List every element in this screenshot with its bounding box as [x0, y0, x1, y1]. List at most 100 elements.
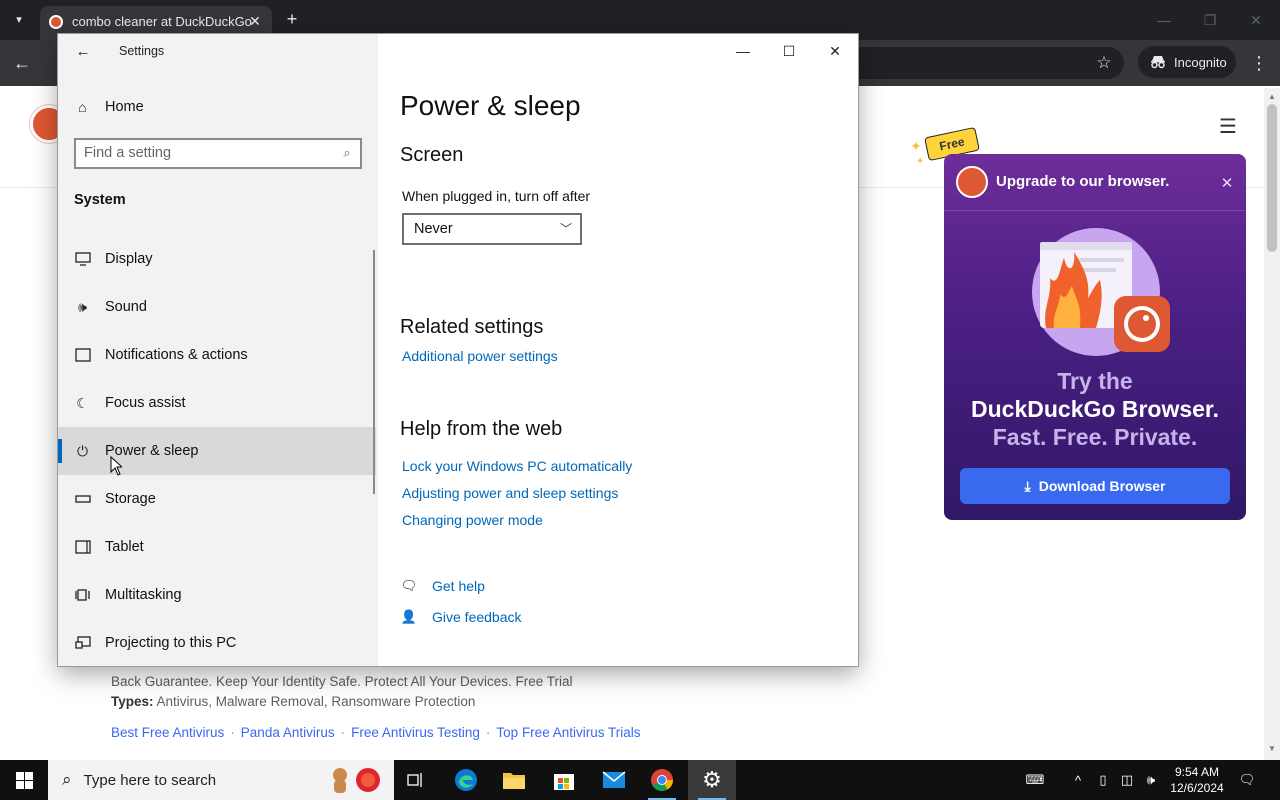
settings-maximize-icon[interactable]: ☐: [778, 40, 800, 62]
sparkle-icon: ✦: [910, 138, 922, 154]
power-icon: ⏻: [76, 442, 89, 459]
action-center-icon[interactable]: 🗨: [1234, 760, 1260, 800]
give-feedback-label: Give feedback: [432, 609, 522, 625]
taskbar-search-placeholder: Type here to search: [83, 771, 217, 789]
monitor-icon: [74, 251, 91, 268]
touch-keyboard-icon[interactable]: ⌨: [1018, 760, 1052, 800]
browser-menu-icon[interactable]: ⋮: [1248, 51, 1270, 75]
sidebar-item-storage[interactable]: Storage: [58, 475, 376, 523]
sidebar-item-tablet[interactable]: Tablet: [58, 523, 376, 571]
sidebar-scrollbar[interactable]: [373, 250, 375, 494]
sidebar-item-power-sleep[interactable]: ⏻ Power & sleep: [58, 427, 376, 475]
settings-home-link[interactable]: ⌂ Home: [74, 94, 364, 120]
sidebar-item-focus-assist[interactable]: ☾ Focus assist: [58, 379, 376, 427]
search-highlight-doodle-icon: [333, 768, 380, 793]
browser-restore-icon[interactable]: ❐: [1198, 8, 1222, 32]
taskbar-file-explorer[interactable]: [490, 760, 538, 800]
chrome-icon: [651, 769, 673, 791]
task-view-button[interactable]: [392, 760, 440, 800]
sidebar-item-label: Projecting to this PC: [105, 635, 237, 651]
home-label: Home: [105, 99, 144, 115]
sidebar-item-sound[interactable]: 🕪 Sound: [58, 283, 376, 331]
hamburger-menu-icon[interactable]: ☰: [1216, 116, 1240, 138]
tab-close-icon[interactable]: ✕: [246, 12, 264, 30]
taskbar-mail[interactable]: [590, 760, 638, 800]
start-button[interactable]: [0, 760, 48, 800]
result-types: Types: Antivirus, Malware Removal, Ranso…: [111, 694, 475, 709]
sitelink-top-free-antivirus-trials[interactable]: Top Free Antivirus Trials: [496, 725, 640, 740]
incognito-badge[interactable]: Incognito: [1138, 46, 1236, 78]
page-title: Power & sleep: [400, 90, 581, 121]
related-settings-heading: Related settings: [400, 316, 544, 338]
screen-timeout-dropdown[interactable]: Never ﹀: [402, 213, 582, 245]
settings-back-icon[interactable]: ←: [72, 40, 94, 62]
sidebar-item-multitasking[interactable]: Multitasking: [58, 571, 376, 619]
sitelink-separator: ·: [230, 725, 235, 740]
additional-power-settings-link[interactable]: Additional power settings: [402, 348, 558, 364]
sitelink-best-free-antivirus[interactable]: Best Free Antivirus: [111, 725, 224, 740]
help-link-power-mode[interactable]: Changing power mode: [402, 512, 543, 528]
sidebar-item-label: Display: [105, 251, 153, 267]
new-tab-button[interactable]: +: [282, 9, 302, 29]
settings-close-icon[interactable]: ✕: [824, 40, 846, 62]
windows-taskbar: ⌕ Type here to search ⚙ ⌨ ^ ▯ ◫ 🕪 9:54 A…: [0, 760, 1280, 800]
sitelink-panda-antivirus[interactable]: Panda Antivirus: [241, 725, 335, 740]
duckduckgo-favicon-icon: [49, 15, 63, 29]
bookmark-star-icon[interactable]: ☆: [1093, 52, 1115, 74]
show-hidden-icons-chevron-icon[interactable]: ^: [1066, 760, 1090, 800]
browser-close-icon[interactable]: ✕: [1244, 8, 1268, 32]
taskbar-edge[interactable]: [442, 760, 490, 800]
home-icon: ⌂: [78, 99, 87, 115]
get-help-link[interactable]: 🗨 Get help: [400, 577, 485, 595]
network-icon[interactable]: ◫: [1116, 760, 1138, 800]
settings-minimize-icon[interactable]: —: [732, 40, 754, 62]
promo-line-1: Try the: [1057, 368, 1133, 394]
give-feedback-link[interactable]: 👤 Give feedback: [400, 608, 522, 626]
sidebar-item-label: Focus assist: [105, 395, 186, 411]
tab-search-chevron-icon[interactable]: ▾: [8, 8, 30, 30]
folder-icon: [503, 773, 525, 789]
volume-icon[interactable]: 🕪: [1140, 760, 1162, 800]
sitelink-separator: ·: [485, 725, 491, 740]
settings-search-input[interactable]: [84, 145, 324, 161]
help-link-lock-pc[interactable]: Lock your Windows PC automatically: [402, 458, 632, 474]
download-icon: ⤓: [1024, 477, 1031, 494]
sidebar-item-notifications[interactable]: Notifications & actions: [58, 331, 376, 379]
tab-title: combo cleaner at DuckDuckGo: [72, 14, 252, 29]
download-browser-button[interactable]: ⤓ Download Browser: [960, 468, 1230, 504]
taskbar-chrome[interactable]: [638, 760, 686, 800]
feedback-person-icon: 👤: [400, 609, 418, 624]
promo-header: Upgrade to our browser. ✕: [944, 154, 1246, 210]
clock-date: 12/6/2024: [1170, 781, 1224, 795]
settings-search-box[interactable]: ⌕: [74, 138, 362, 169]
taskbar-search-box[interactable]: ⌕ Type here to search: [48, 760, 394, 800]
taskbar-clock[interactable]: 9:54 AM 12/6/2024: [1166, 764, 1228, 796]
windows-logo-icon: [15, 771, 33, 789]
scroll-up-icon[interactable]: ▲: [1268, 92, 1276, 101]
sidebar-item-display[interactable]: Display: [58, 235, 376, 283]
help-from-web-heading: Help from the web: [400, 418, 563, 440]
search-icon: ⌕: [62, 770, 72, 789]
browser-minimize-icon[interactable]: —: [1152, 8, 1176, 32]
get-help-label: Get help: [432, 578, 485, 594]
taskbar-store[interactable]: [540, 760, 588, 800]
page-scroll-thumb[interactable]: [1267, 104, 1277, 252]
scroll-down-icon[interactable]: ▼: [1268, 744, 1276, 753]
sitelink-free-antivirus-testing[interactable]: Free Antivirus Testing: [351, 725, 480, 740]
search-icon: ⌕: [343, 145, 351, 160]
download-browser-label: Download Browser: [1038, 478, 1166, 494]
promo-close-icon[interactable]: ✕: [1218, 174, 1236, 192]
edge-icon: [455, 769, 477, 791]
result-snippet: Back Guarantee. Keep Your Identity Safe.…: [111, 674, 573, 689]
taskbar-settings[interactable]: ⚙: [688, 760, 736, 800]
sidebar-item-label: Sound: [105, 299, 147, 315]
browser-back-icon[interactable]: ←: [10, 52, 34, 74]
page-scrollbar[interactable]: ▲ ▼: [1264, 88, 1280, 760]
settings-window-title: Settings: [119, 44, 165, 58]
chat-help-icon: 🗨: [400, 578, 418, 593]
system-section-label: System: [74, 192, 126, 208]
help-link-adjust-power[interactable]: Adjusting power and sleep settings: [402, 485, 618, 501]
battery-icon[interactable]: ▯: [1092, 760, 1114, 800]
promo-divider: [944, 210, 1246, 211]
sidebar-item-projecting[interactable]: Projecting to this PC: [58, 619, 376, 667]
